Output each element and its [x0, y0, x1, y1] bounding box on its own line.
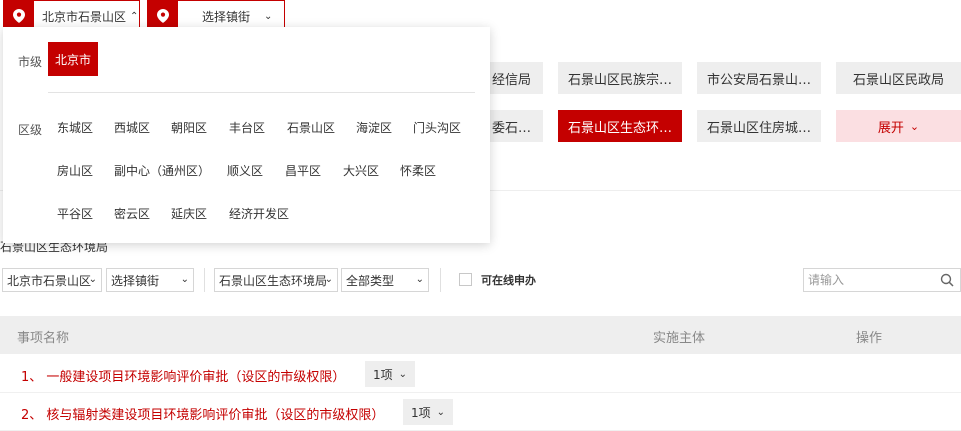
item-count: 1项 — [411, 405, 431, 420]
department-filter-value: 石景山区生态环境局 — [219, 273, 328, 288]
town-filter-value: 选择镇街 — [111, 273, 160, 288]
table-header: 事项名称 实施主体 操作 — [0, 316, 961, 354]
table-row[interactable]: 1、 一般建设项目环境影响评价审批（设区的市级权限） 1项 ⌄ — [0, 355, 961, 393]
chevron-down-icon: ⌄ — [324, 274, 333, 285]
district-option[interactable]: 密云区 — [114, 205, 150, 222]
table-row[interactable]: 2、 核与辐射类建设项目环境影响评价审批（设区的市级权限） 1项 ⌄ — [0, 393, 961, 431]
location-dropdown-panel: 市级 北京市 区级 东城区 西城区 朝阳区 丰台区 石景山区 海淀区 门头沟区 … — [3, 27, 490, 243]
chevron-down-icon: ⌄ — [436, 406, 446, 418]
city-selector-label: 北京市石景山区 — [42, 9, 127, 24]
district-option[interactable]: 海淀区 — [356, 119, 392, 136]
district-option[interactable]: 门头沟区 — [413, 119, 461, 136]
filter-divider — [204, 268, 205, 292]
chevron-down-icon: ⌄ — [415, 274, 424, 285]
expand-button[interactable]: 展开 ⌄ — [836, 110, 961, 142]
district-option[interactable]: 副中心（通州区） — [114, 162, 210, 179]
district-level-label: 区级 — [18, 123, 43, 137]
search-input[interactable] — [804, 269, 934, 291]
town-filter-select[interactable]: 选择镇街 ⌄ — [106, 268, 194, 292]
district-option[interactable]: 昌平区 — [285, 162, 321, 179]
chevron-down-icon: ⌄ — [88, 274, 97, 285]
item-name-link[interactable]: 1、 一般建设项目环境影响评价审批（设区的市级权限） — [21, 366, 345, 385]
dept-chip[interactable]: 石景山区民政局 — [836, 62, 961, 94]
district-option[interactable]: 经济开发区 — [229, 205, 289, 222]
dept-chip[interactable]: 市公安局石景山… — [697, 62, 821, 94]
district-option[interactable]: 怀柔区 — [400, 162, 436, 179]
district-option[interactable]: 朝阳区 — [171, 119, 207, 136]
town-selector-label: 选择镇街 — [202, 9, 251, 24]
dept-chip[interactable]: 石景山区民族宗… — [558, 62, 682, 94]
column-header-name: 事项名称 — [17, 331, 70, 346]
department-filter-select[interactable]: 石景山区生态环境局 ⌄ — [214, 268, 338, 292]
type-filter-select[interactable]: 全部类型 ⌄ — [341, 268, 429, 292]
item-count-toggle[interactable]: 1项 ⌄ — [365, 361, 415, 387]
online-checkbox-label: 可在线申办 — [481, 274, 536, 287]
city-level-label: 市级 — [18, 55, 43, 69]
district-option[interactable]: 房山区 — [57, 162, 93, 179]
district-option[interactable]: 丰台区 — [229, 119, 265, 136]
column-header-action: 操作 — [856, 331, 883, 346]
chevron-down-icon: ⌄ — [180, 274, 189, 285]
search-icon[interactable] — [940, 273, 954, 287]
panel-divider — [48, 92, 475, 93]
city-filter-value: 北京市石景山区 — [7, 273, 92, 288]
district-option[interactable]: 大兴区 — [343, 162, 379, 179]
type-filter-value: 全部类型 — [346, 273, 395, 288]
item-name-link[interactable]: 2、 核与辐射类建设项目环境影响评价审批（设区的市级权限） — [21, 404, 384, 423]
online-checkbox[interactable] — [459, 273, 472, 286]
expand-label: 展开 — [877, 120, 904, 136]
district-option[interactable]: 西城区 — [114, 119, 150, 136]
chevron-down-icon: ⌄ — [909, 119, 920, 133]
district-option[interactable]: 顺义区 — [227, 162, 263, 179]
search-box[interactable] — [803, 268, 961, 292]
filter-divider — [440, 268, 441, 292]
district-option[interactable]: 平谷区 — [57, 205, 93, 222]
district-option[interactable]: 东城区 — [57, 119, 93, 136]
column-header-agency: 实施主体 — [653, 331, 706, 346]
dept-chip-active[interactable]: 石景山区生态环… — [558, 110, 682, 142]
district-option[interactable]: 延庆区 — [171, 205, 207, 222]
city-option-beijing[interactable]: 北京市 — [48, 42, 98, 76]
chevron-up-icon: ⌃ — [130, 10, 139, 22]
chevron-down-icon: ⌄ — [264, 10, 273, 22]
city-filter-select[interactable]: 北京市石景山区 ⌄ — [2, 268, 102, 292]
item-count-toggle[interactable]: 1项 ⌄ — [403, 399, 453, 425]
dept-chip[interactable]: 石景山区住房城… — [697, 110, 821, 142]
district-option[interactable]: 石景山区 — [287, 119, 335, 136]
chevron-down-icon: ⌄ — [398, 368, 408, 380]
item-count: 1项 — [373, 367, 393, 382]
